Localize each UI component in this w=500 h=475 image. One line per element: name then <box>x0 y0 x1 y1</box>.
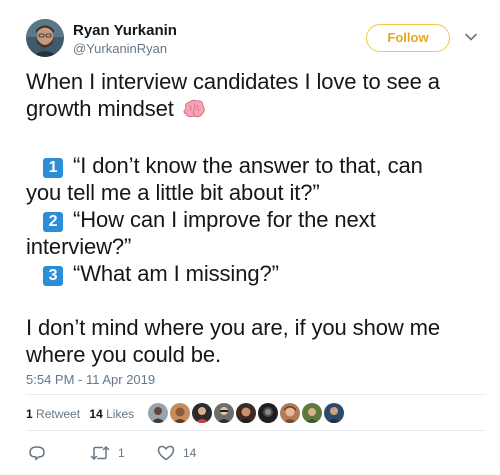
follow-button[interactable]: Follow <box>366 24 450 52</box>
keycap-badge-3: 3 <box>43 266 63 286</box>
brain-icon <box>182 98 206 125</box>
list-item-continuation: interview?” <box>26 233 486 260</box>
liker-avatar[interactable] <box>147 402 169 424</box>
likes-count: 14 <box>89 407 103 421</box>
list-item-text: interview?” <box>26 234 132 259</box>
list-item-text: you tell me a little bit about it?” <box>26 180 320 205</box>
chevron-down-icon[interactable] <box>464 30 478 44</box>
retweets-label: Retweet <box>36 407 81 421</box>
reply-button[interactable] <box>28 443 46 461</box>
tweet-stats: 1 Retweet 14 Likes <box>26 407 134 421</box>
tweet-line: growth mindset <box>26 95 486 125</box>
heart-icon <box>157 445 175 461</box>
retweets-count: 1 <box>26 407 33 421</box>
list-item: 2 “How can I improve for the next <box>26 206 486 233</box>
divider <box>26 394 486 395</box>
retweets-stat[interactable]: 1 Retweet <box>26 407 80 421</box>
keycap-badge-1: 1 <box>43 158 63 178</box>
likes-label: Likes <box>106 407 135 421</box>
tweet-closing-line2: where you could be. <box>26 342 222 367</box>
liker-avatar[interactable] <box>169 402 191 424</box>
likes-stat[interactable]: 14 Likes <box>89 407 134 421</box>
liker-avatar[interactable] <box>191 402 213 424</box>
liker-avatar[interactable] <box>213 402 235 424</box>
keycap-badge-2: 2 <box>43 212 63 232</box>
liker-avatar[interactable] <box>301 402 323 424</box>
like-button[interactable]: 14 <box>157 443 196 461</box>
tweet-card: Ryan Yurkanin @YurkaninRyan Follow When … <box>0 0 500 475</box>
tweet-line: When I interview candidates I love to se… <box>26 68 486 95</box>
tweet-line: I don’t mind where you are, if you show … <box>26 314 486 341</box>
retweet-button[interactable]: 1 <box>90 443 125 461</box>
retweet-icon <box>90 445 110 460</box>
liker-avatar[interactable] <box>323 402 345 424</box>
retweet-count: 1 <box>118 445 125 460</box>
list-item-text: “How can I improve for the next <box>73 207 376 232</box>
like-count: 14 <box>183 445 197 460</box>
list-item-continuation: you tell me a little bit about it?” <box>26 179 486 206</box>
tweet-line: where you could be. <box>26 341 486 368</box>
liker-avatar[interactable] <box>235 402 257 424</box>
author-name[interactable]: Ryan Yurkanin <box>73 22 177 39</box>
tweet-text-line2: growth mindset <box>26 96 174 121</box>
liker-avatar[interactable] <box>257 402 279 424</box>
divider <box>26 430 486 431</box>
tweet-timestamp[interactable]: 5:54 PM - 11 Apr 2019 <box>26 372 155 387</box>
list-item-text: “What am I missing?” <box>73 261 279 286</box>
tweet-text-line1: When I interview candidates I love to se… <box>26 69 440 94</box>
author-avatar[interactable] <box>26 19 64 57</box>
list-item: 3 “What am I missing?” <box>26 260 486 287</box>
list-item: 1 “I don’t know the answer to that, can <box>26 152 486 179</box>
author-handle[interactable]: @YurkaninRyan <box>73 41 167 56</box>
liker-avatar[interactable] <box>279 402 301 424</box>
reply-icon <box>28 445 46 461</box>
tweet-closing-line1: I don’t mind where you are, if you show … <box>26 315 441 340</box>
tweet-text: When I interview candidates I love to se… <box>26 68 486 368</box>
list-item-text: “I don’t know the answer to that, can <box>73 153 423 178</box>
